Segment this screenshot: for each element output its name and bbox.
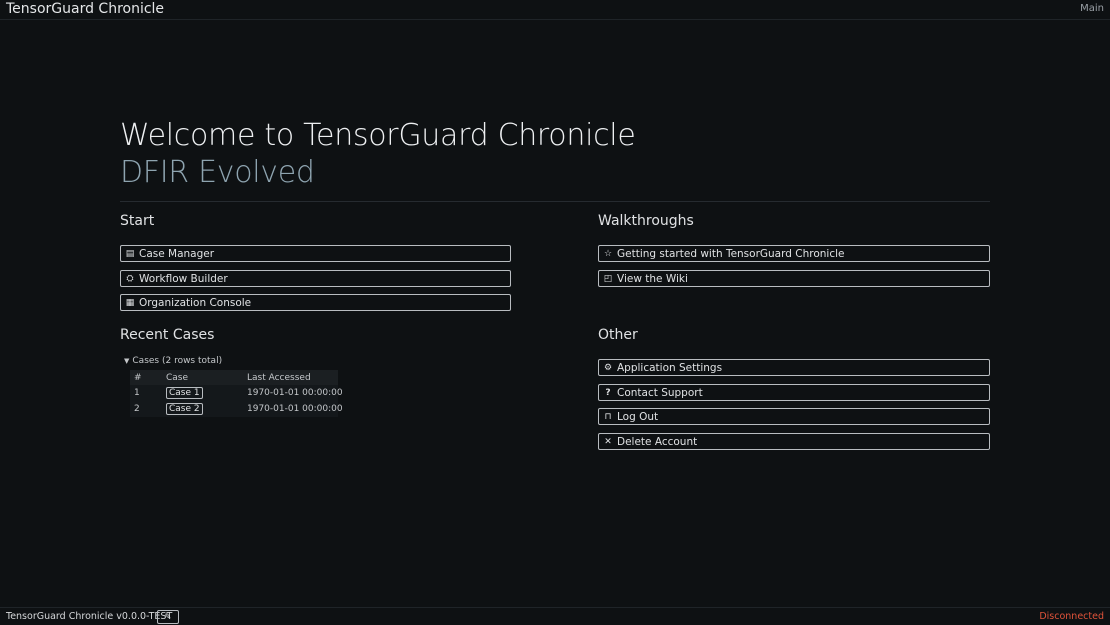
welcome-subtitle: DFIR Evolved — [120, 155, 315, 190]
organization-console-button[interactable]: ▦ Organization Console — [120, 294, 511, 311]
other-title: Other — [598, 327, 638, 343]
last-accessed: 1970-01-01 00:00:00 — [247, 404, 343, 414]
status-bar: TensorGuard Chronicle v0.0.0-TEST ✎ Disc… — [0, 607, 1110, 625]
book-icon: ◰ — [603, 273, 613, 284]
building-icon: ▦ — [125, 297, 135, 308]
application-settings-button[interactable]: ⚙ Application Settings — [598, 359, 990, 376]
column-header-last-accessed: Last Accessed — [247, 373, 311, 383]
workflow-builder-label: Workflow Builder — [139, 272, 228, 285]
edit-icon[interactable]: ✎ — [157, 610, 179, 624]
recent-cases-title: Recent Cases — [120, 327, 215, 343]
triangle-down-icon: ▼ — [124, 357, 130, 365]
version-label: TensorGuard Chronicle v0.0.0-TEST — [6, 611, 173, 622]
close-icon: ✕ — [604, 436, 612, 447]
walkthroughs-title: Walkthroughs — [598, 213, 694, 229]
table-row: 1 Case 1 1970-01-01 00:00:00 — [130, 385, 343, 401]
column-header-case: Case — [166, 373, 189, 383]
case-manager-button[interactable]: ▤ Case Manager — [120, 245, 511, 262]
connection-status: Disconnected — [1039, 611, 1104, 622]
delete-account-button[interactable]: ✕ Delete Account — [598, 433, 990, 450]
workflow-builder-button[interactable]: ⛭ Workflow Builder — [120, 270, 511, 287]
cases-table: # Case Last Accessed 1 Case 1 1970-01-01… — [130, 370, 343, 417]
open-case-button[interactable]: Case 1 — [166, 387, 203, 399]
getting-started-label: Getting started with TensorGuard Chronic… — [617, 247, 845, 260]
lock-icon: ⊓ — [604, 411, 612, 422]
table-row: 2 Case 2 1970-01-01 00:00:00 — [130, 401, 343, 417]
question-icon: ? — [605, 387, 611, 398]
column-header-number: # — [134, 373, 142, 383]
open-case-button[interactable]: Case 2 — [166, 403, 203, 415]
top-bar: TensorGuard Chronicle Main — [0, 0, 1110, 20]
contact-support-button[interactable]: ? Contact Support — [598, 384, 990, 401]
cases-collapse-toggle[interactable]: ▼ Cases (2 rows total) — [124, 356, 222, 366]
star-icon: ☆ — [603, 248, 613, 259]
getting-started-button[interactable]: ☆ Getting started with TensorGuard Chron… — [598, 245, 990, 262]
application-settings-label: Application Settings — [617, 361, 723, 374]
clipboard-icon: ▤ — [125, 248, 135, 259]
view-wiki-button[interactable]: ◰ View the Wiki — [598, 270, 990, 287]
delete-account-label: Delete Account — [617, 435, 698, 448]
organization-console-label: Organization Console — [139, 296, 252, 309]
settings-icon: ⚙ — [603, 362, 613, 373]
log-out-button[interactable]: ⊓ Log Out — [598, 408, 990, 425]
contact-support-label: Contact Support — [617, 386, 703, 399]
last-accessed: 1970-01-01 00:00:00 — [247, 388, 343, 398]
tab-main[interactable]: Main — [1080, 3, 1104, 14]
case-manager-label: Case Manager — [139, 247, 215, 260]
welcome-title: Welcome to TensorGuard Chronicle — [120, 118, 636, 153]
row-number: 1 — [134, 388, 140, 398]
app-title: TensorGuard Chronicle — [6, 1, 165, 17]
start-title: Start — [120, 213, 155, 229]
cases-header-label: Cases (2 rows total) — [132, 356, 223, 366]
workflow-icon: ⛭ — [126, 273, 134, 284]
row-number: 2 — [134, 404, 140, 414]
table-header: # Case Last Accessed — [130, 370, 338, 385]
log-out-label: Log Out — [617, 410, 659, 423]
divider — [120, 201, 990, 202]
view-wiki-label: View the Wiki — [617, 272, 688, 285]
